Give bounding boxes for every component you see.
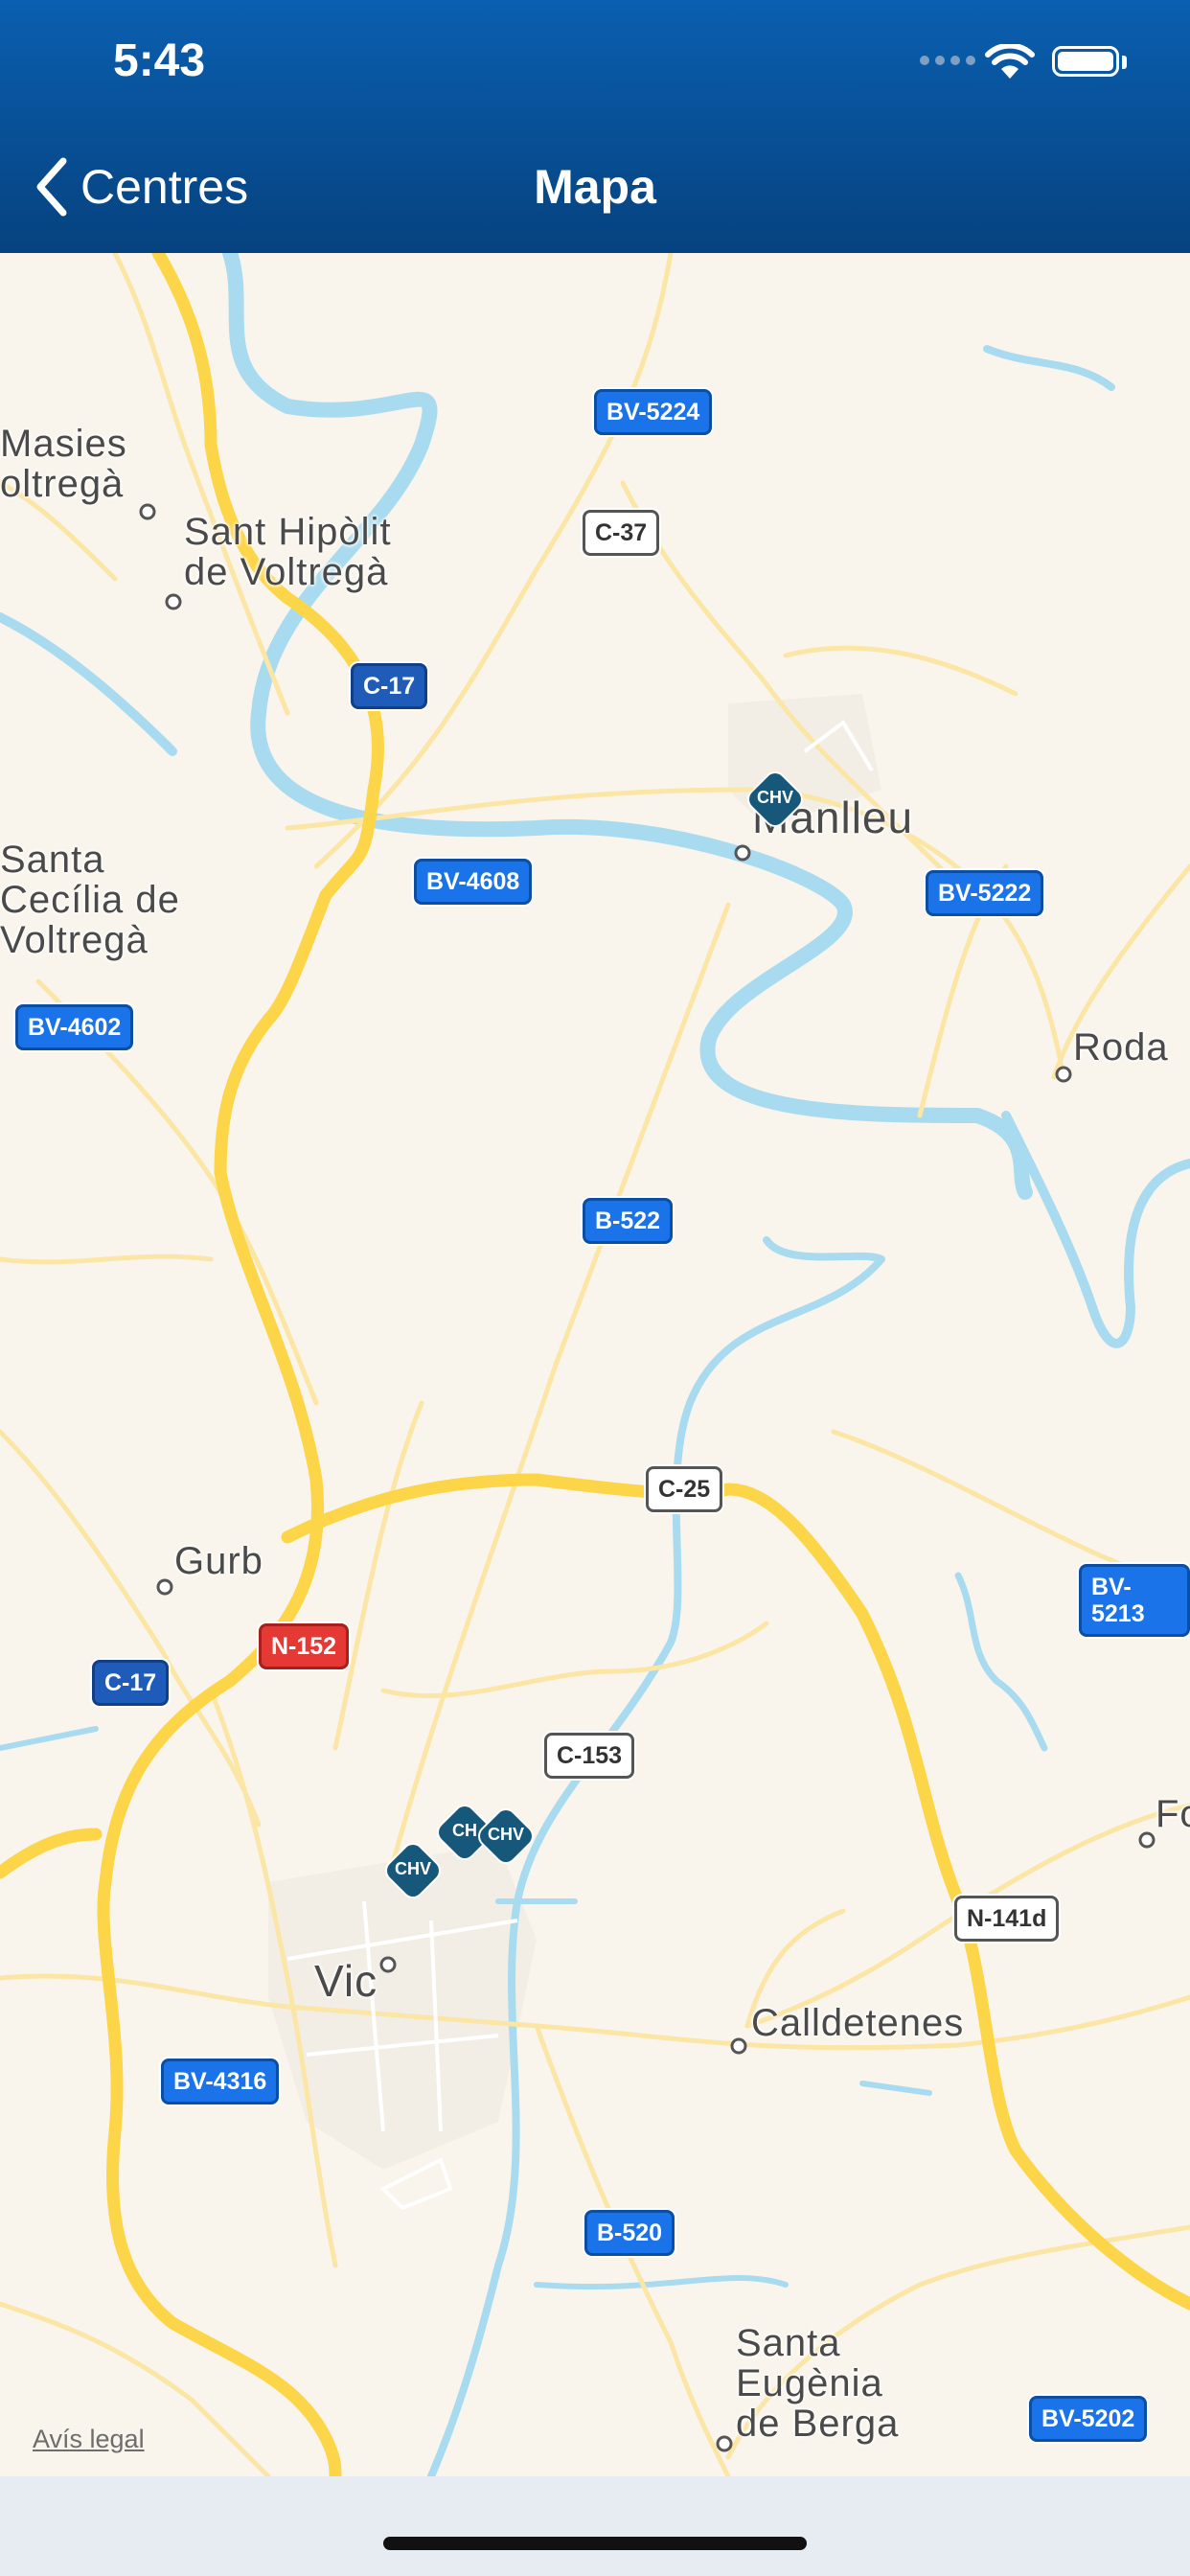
- road-shield-c17-north: C-17: [351, 663, 428, 709]
- map-marker-manlleu[interactable]: CHV: [744, 769, 806, 830]
- place-dots: [139, 503, 1156, 2452]
- map-marker-vic-left[interactable]: CHV: [382, 1840, 444, 1901]
- road-shield-bv5202: BV-5202: [1029, 2396, 1148, 2442]
- legal-link[interactable]: Avís legal: [33, 2425, 145, 2454]
- status-time: 5:43: [113, 35, 206, 86]
- battery-tip: [1122, 56, 1127, 69]
- navigation-header: 5:43 Centres Mapa: [0, 0, 1190, 253]
- battery-icon: [1052, 46, 1119, 77]
- page-title: Mapa: [534, 160, 656, 214]
- road-shield-n152: N-152: [259, 1623, 350, 1669]
- map-marker-vic-right[interactable]: CHV: [475, 1806, 537, 1867]
- home-indicator[interactable]: [383, 2537, 807, 2550]
- marker-label: CHV: [756, 788, 793, 807]
- road-shield-bv5213: BV-5213: [1079, 1564, 1190, 1637]
- road-shield-bv4316: BV-4316: [161, 2058, 280, 2104]
- bottom-bar: [0, 2476, 1190, 2576]
- road-shield-c37: C-37: [583, 510, 660, 556]
- road-shield-bv5222: BV-5222: [926, 870, 1044, 916]
- road-shield-bv5224: BV-5224: [594, 389, 713, 435]
- road-shield-b520: B-520: [584, 2210, 675, 2256]
- road-shield-c25: C-25: [646, 1466, 723, 1512]
- road-shield-n141d: N-141d: [954, 1896, 1060, 1942]
- road-shield-c17-south: C-17: [92, 1660, 170, 1706]
- road-shield-bv4608: BV-4608: [414, 859, 533, 905]
- wifi-icon: [985, 44, 1035, 79]
- road-shield-bv4602: BV-4602: [15, 1004, 134, 1050]
- road-shield-b522: B-522: [583, 1198, 674, 1244]
- map-view[interactable]: Masies oltregà Sant Hipòlit de Voltregà …: [0, 253, 1190, 2476]
- marker-label: CHV: [487, 1825, 524, 1844]
- cellular-signal-icon: [920, 56, 975, 65]
- road-shield-c153: C-153: [544, 1733, 635, 1779]
- marker-label: CHV: [394, 1859, 431, 1878]
